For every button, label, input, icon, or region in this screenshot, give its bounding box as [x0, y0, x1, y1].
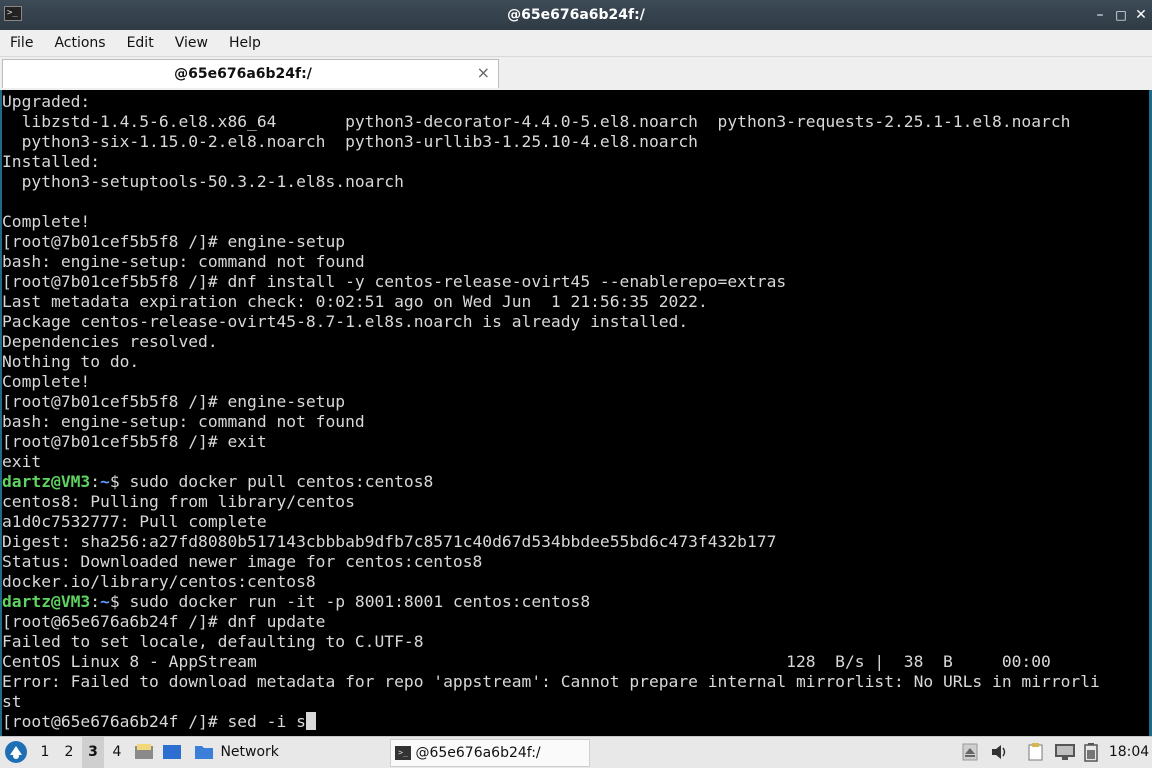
terminal-line: centos8: Pulling from library/centos [2, 492, 355, 511]
command-text: $ sudo docker pull centos:centos8 [109, 472, 434, 491]
close-button[interactable]: ✕ [1133, 7, 1149, 23]
terminal-line: Complete! [2, 372, 91, 391]
eject-icon[interactable] [962, 737, 982, 768]
tab-close-icon[interactable]: × [477, 63, 490, 83]
network-icon[interactable] [1054, 737, 1078, 768]
terminal-line: python3-six-1.15.0-2.el8.noarch python3-… [2, 132, 698, 151]
terminal-line: exit [2, 452, 42, 471]
battery-icon[interactable] [1084, 737, 1102, 768]
taskbar: 1 2 3 4 Network >_ @65e676a6b24f:/ 18:04 [0, 736, 1152, 768]
terminal-line: Failed to set locale, defaulting to C.UT… [2, 632, 424, 651]
terminal-line: Installed: [2, 152, 101, 171]
menu-actions[interactable]: Actions [44, 35, 116, 51]
tab-bar: @65e676a6b24f:/ × [0, 57, 1152, 90]
terminal-line: st [2, 692, 22, 711]
terminal-line: Last metadata expiration check: 0:02:51 … [2, 292, 708, 311]
terminal-line: a1d0c7532777: Pull complete [2, 512, 267, 531]
menu-help[interactable]: Help [219, 35, 272, 51]
clock[interactable]: 18:04 [1108, 737, 1150, 768]
menu-view[interactable]: View [165, 35, 219, 51]
terminal-line: Digest: sha256:a27fd8080b517143cbbbab9df… [2, 532, 777, 551]
prompt-separator: : [90, 592, 101, 611]
prompt-user: dartz@VM3 [2, 592, 91, 611]
folder-icon [195, 746, 213, 759]
terminal-line: Upgraded: [2, 92, 91, 111]
workspace-1[interactable]: 1 [34, 737, 56, 768]
command-text: $ sudo docker run -it -p 8001:8001 cento… [109, 592, 591, 611]
terminal-output: Upgraded: libzstd-1.4.5-6.el8.x86_64 pyt… [2, 92, 1100, 732]
start-menu-icon[interactable] [4, 737, 30, 768]
menu-bar: File Actions Edit View Help [0, 30, 1152, 57]
clipboard-icon[interactable] [1026, 737, 1048, 768]
terminal-line: Package centos-release-ovirt45-8.7-1.el8… [2, 312, 689, 331]
terminal-line: libzstd-1.4.5-6.el8.x86_64 python3-decor… [2, 112, 1071, 131]
workspace-3[interactable]: 3 [82, 737, 104, 768]
terminal-line: CentOS Linux 8 - AppStream 128 B/s | 38 … [2, 652, 1051, 671]
workspace-4[interactable]: 4 [106, 737, 128, 768]
text-cursor [305, 712, 316, 730]
terminal-line: [root@7b01cef5b5f8 /]# engine-setup [2, 392, 346, 411]
menu-edit[interactable]: Edit [117, 35, 165, 51]
volume-icon[interactable] [990, 737, 1012, 768]
terminal-tab[interactable]: @65e676a6b24f:/ × [2, 59, 499, 88]
terminal-line: dartz@VM3:~$ sudo docker run -it -p 8001… [2, 592, 1100, 612]
terminal-line: dartz@VM3:~$ sudo docker pull centos:cen… [2, 472, 1100, 492]
maximize-button[interactable]: □ [1113, 7, 1129, 23]
terminal-line: bash: engine-setup: command not found [2, 412, 365, 431]
terminal-line: docker.io/library/centos:centos8 [2, 572, 316, 591]
network-label: Network [220, 744, 279, 760]
terminal-line: [root@7b01cef5b5f8 /]# engine-setup [2, 232, 346, 251]
terminal-line: Dependencies resolved. [2, 332, 218, 351]
task-label: @65e676a6b24f:/ [415, 745, 541, 761]
title-bar: >_ @65e676a6b24f:/ – □ ✕ [0, 0, 1152, 30]
file-manager-icon[interactable] [134, 737, 156, 768]
prompt-user: dartz@VM3 [2, 472, 91, 491]
terminal-line: Complete! [2, 212, 91, 231]
workspace-2[interactable]: 2 [58, 737, 80, 768]
terminal-line: Error: Failed to download metadata for r… [2, 672, 1100, 691]
terminal-line: python3-setuptools-50.3.2-1.el8s.noarch [2, 172, 404, 191]
terminal-icon: >_ [395, 746, 411, 760]
terminal-line: Nothing to do. [2, 352, 140, 371]
menu-file[interactable]: File [0, 35, 44, 51]
prompt-separator: : [90, 472, 101, 491]
command-input[interactable]: [root@65e676a6b24f /]# sed -i s [2, 712, 306, 731]
terminal-line: [root@65e676a6b24f /]# sed -i s [2, 712, 1100, 732]
terminal-line: [root@7b01cef5b5f8 /]# dnf install -y ce… [2, 272, 787, 291]
terminal-line: bash: engine-setup: command not found [2, 252, 365, 271]
network-folder-launcher[interactable]: Network [194, 737, 284, 768]
tab-label: @65e676a6b24f:/ [174, 66, 312, 82]
terminal-line: Status: Downloaded newer image for cento… [2, 552, 483, 571]
desktop-icon[interactable] [162, 737, 184, 768]
prompt-path: ~ [100, 592, 110, 611]
terminal-line: [root@65e676a6b24f /]# dnf update [2, 612, 326, 631]
terminal-task-button[interactable]: >_ @65e676a6b24f:/ [390, 739, 590, 767]
prompt-path: ~ [100, 472, 110, 491]
window-title: @65e676a6b24f:/ [507, 7, 645, 23]
terminal-view[interactable]: Upgraded: libzstd-1.4.5-6.el8.x86_64 pyt… [0, 90, 1152, 736]
minimize-button[interactable]: – [1092, 7, 1108, 23]
terminal-line: [root@7b01cef5b5f8 /]# exit [2, 432, 267, 451]
